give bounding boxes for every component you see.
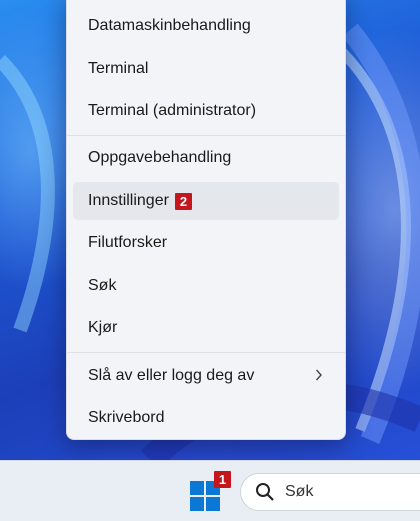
taskbar: 1 Søk (0, 460, 420, 521)
menu-item-shutdown-signout[interactable]: Slå av eller logg deg av (73, 357, 339, 395)
menu-item-label: Innstillinger (88, 192, 169, 209)
step-badge: 2 (174, 192, 192, 210)
menu-item-label: Kjør (88, 319, 118, 336)
menu-item-search[interactable]: Søk (73, 267, 339, 305)
menu-item-label: Datamaskinbehandling (88, 17, 251, 34)
menu-item-label: Slå av eller logg deg av (88, 367, 255, 384)
menu-item-terminal[interactable]: Terminal (73, 50, 339, 88)
menu-item-label: Terminal (88, 60, 149, 77)
menu-item-label: Skrivebord (88, 409, 165, 426)
menu-item-settings[interactable]: Innstillinger 2 (73, 182, 339, 220)
step-badge: 1 (214, 471, 231, 488)
menu-item-task-manager[interactable]: Oppgavebehandling (73, 139, 339, 177)
menu-item-run[interactable]: Kjør (73, 309, 339, 347)
menu-item-label: Oppgavebehandling (88, 149, 232, 166)
menu-item-label: Filutforsker (88, 234, 168, 251)
chevron-right-icon (315, 368, 323, 387)
menu-item-terminal-admin[interactable]: Terminal (administrator) (73, 92, 339, 130)
search-icon (255, 482, 275, 502)
menu-item-label: Terminal (administrator) (88, 102, 257, 119)
taskbar-search-box[interactable]: Søk (240, 473, 420, 511)
menu-separator (67, 135, 345, 136)
winx-context-menu: Datamaskinbehandling Terminal Terminal (… (66, 0, 346, 440)
menu-separator (67, 352, 345, 353)
menu-item-file-explorer[interactable]: Filutforsker (73, 224, 339, 262)
menu-item-label: Søk (88, 277, 117, 294)
search-label: Søk (285, 483, 314, 500)
menu-item-desktop[interactable]: Skrivebord (73, 399, 339, 437)
menu-item-computer-management[interactable]: Datamaskinbehandling (73, 7, 339, 45)
